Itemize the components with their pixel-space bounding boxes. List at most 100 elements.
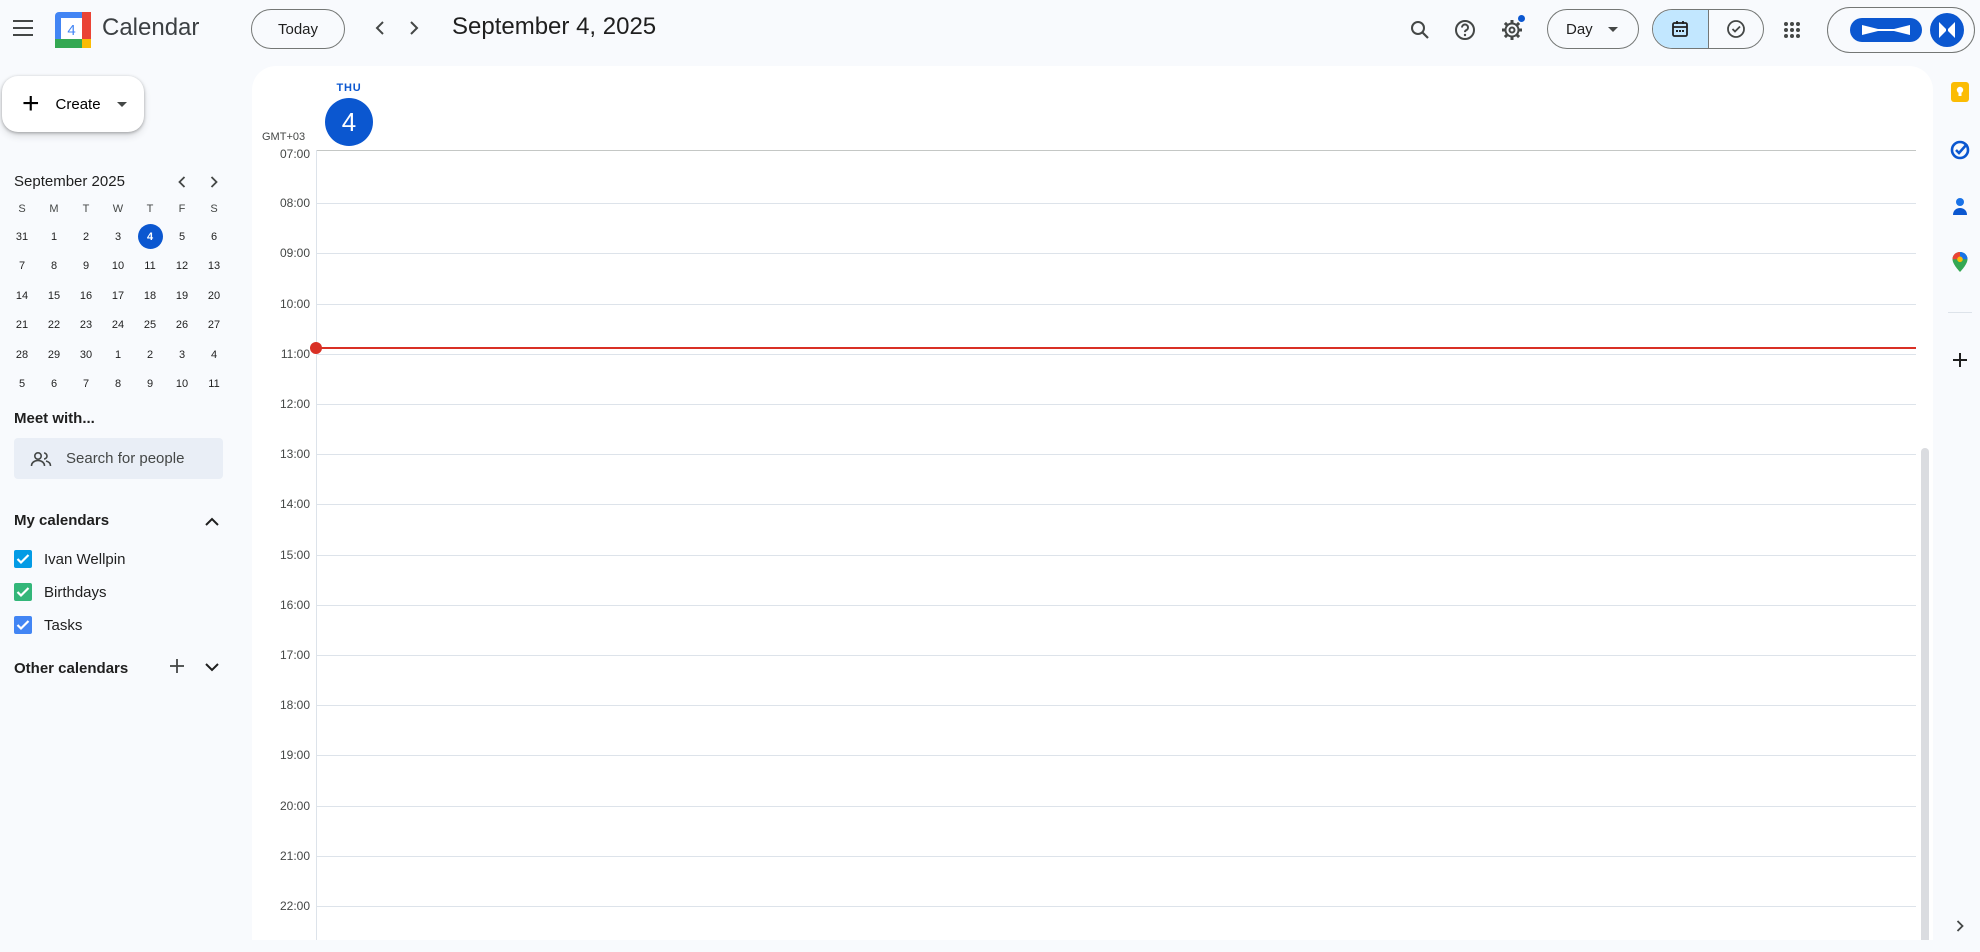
timezone-label: GMT+03 [262,131,306,143]
main-menu-button[interactable] [8,12,40,44]
mini-calendar-day[interactable]: 7 [70,370,102,400]
mini-calendar-day[interactable]: 12 [166,252,198,282]
mini-calendar-day[interactable]: 23 [70,311,102,341]
calendar-logo-icon[interactable]: 4 [55,12,91,48]
mini-calendar-day[interactable]: 5 [166,222,198,252]
mini-calendar-day[interactable]: 3 [166,340,198,370]
mini-calendar-day[interactable]: 13 [198,252,230,282]
hour-gridline [316,504,1916,506]
search-people-input[interactable]: Search for people [14,438,223,479]
mini-calendar-day[interactable]: 3 [102,222,134,252]
create-label: Create [55,95,101,113]
mini-calendar-day[interactable]: 2 [134,340,166,370]
help-button[interactable] [1447,12,1483,48]
hour-label: 07:00 [279,147,310,161]
mini-calendar-day[interactable]: 14 [6,281,38,311]
vertical-scrollbar[interactable] [1921,448,1929,940]
my-calendars-collapse-button[interactable] [198,507,226,535]
time-grid[interactable]: 07:00 08:00 09:00 10:00 11:00 12:00 13:00 14:00… [252,147,1933,940]
mini-calendar-day[interactable]: 8 [38,252,70,282]
mini-calendar-prev-button[interactable] [170,170,194,194]
mini-calendar-day[interactable]: 4 [198,340,230,370]
search-people-placeholder: Search for people [66,450,185,467]
mini-calendar-day[interactable]: 10 [166,370,198,400]
today-button[interactable]: Today [251,9,345,49]
create-button[interactable]: + Create [2,76,144,132]
mini-calendar-day[interactable]: 6 [38,370,70,400]
tasks-view-toggle[interactable] [1707,10,1763,48]
account-chip[interactable] [1827,7,1975,53]
previous-day-button[interactable] [364,12,396,44]
mini-calendar-day[interactable]: 17 [102,281,134,311]
mini-calendar-day[interactable]: 19 [166,281,198,311]
mini-calendar-day[interactable]: 21 [6,311,38,341]
mini-calendar-day-number: 26 [175,319,189,332]
day-header-date[interactable]: 4 [325,98,373,146]
search-button[interactable] [1402,12,1438,48]
calendar-item[interactable]: Ivan Wellpin [14,547,125,571]
expand-side-panel-button[interactable] [1946,912,1974,940]
get-add-ons-button[interactable] [1946,346,1974,374]
mini-calendar-day[interactable]: 16 [70,281,102,311]
chevron-right-icon [410,21,419,35]
mini-calendar-day[interactable]: 7 [6,252,38,282]
time-column-divider [316,150,317,940]
maps-button[interactable] [1946,248,1974,276]
chevron-down-icon [205,662,219,671]
mini-calendar-day[interactable]: 9 [70,252,102,282]
mini-calendar-day[interactable]: 22 [38,311,70,341]
settings-button[interactable] [1494,12,1530,48]
other-calendars-title[interactable]: Other calendars [14,660,128,677]
hour-gridline [316,454,1916,456]
calendar-checkbox[interactable] [14,616,32,634]
mini-calendar-day[interactable]: 15 [38,281,70,311]
mini-calendar-day[interactable]: 11 [198,370,230,400]
organization-logo-icon [1850,18,1922,42]
mini-calendar-day[interactable]: 27 [198,311,230,341]
calendar-item[interactable]: Birthdays [14,580,107,604]
mini-calendar-day[interactable]: 20 [198,281,230,311]
calendar-checkbox[interactable] [14,550,32,568]
mini-calendar-day[interactable]: 30 [70,340,102,370]
mini-calendar-day-number: 11 [208,378,220,391]
plus-icon [170,659,184,673]
hour-label: 09:00 [279,246,310,261]
mini-calendar-day[interactable]: 29 [38,340,70,370]
mini-calendar-day[interactable]: 1 [38,222,70,252]
next-day-button[interactable] [398,12,430,44]
avatar-logo-icon [1939,22,1955,38]
checkmark-icon [16,587,30,598]
mini-calendar-day[interactable]: 18 [134,281,166,311]
my-calendars-title[interactable]: My calendars [14,512,109,529]
mini-calendar-next-button[interactable] [202,170,226,194]
hour-gridline [316,705,1916,707]
google-apps-button[interactable] [1774,12,1810,48]
mini-calendar-day[interactable]: 2 [70,222,102,252]
mini-calendar-day[interactable]: 5 [6,370,38,400]
view-switcher-dropdown[interactable]: Day [1547,9,1639,49]
caret-down-icon [1608,27,1618,32]
add-other-calendar-button[interactable] [163,652,191,680]
mini-calendar-day[interactable]: 1 [102,340,134,370]
mini-calendar-day-number: 12 [175,260,189,273]
calendar-item[interactable]: Tasks [14,613,82,637]
mini-calendar-day[interactable]: 24 [102,311,134,341]
calendar-view-toggle[interactable] [1653,10,1708,48]
keep-button[interactable] [1946,78,1974,106]
avatar[interactable] [1930,13,1964,47]
mini-calendar-day[interactable]: 9 [134,370,166,400]
mini-calendar-day[interactable]: 31 [6,222,38,252]
tasks-button[interactable] [1946,136,1974,164]
other-calendars-expand-button[interactable] [198,653,226,681]
mini-calendar-day[interactable]: 11 [134,252,166,282]
contacts-button[interactable] [1946,192,1974,220]
mini-calendar-day[interactable]: 25 [134,311,166,341]
calendar-checkbox[interactable] [14,583,32,601]
mini-calendar-day[interactable]: 26 [166,311,198,341]
mini-calendar-day[interactable]: 28 [6,340,38,370]
mini-calendar-day[interactable]: 6 [198,222,230,252]
mini-calendar-day[interactable]: 10 [102,252,134,282]
checkmark-icon [16,620,30,631]
mini-calendar-day-today[interactable]: 4 [134,222,166,252]
mini-calendar-day[interactable]: 8 [102,370,134,400]
